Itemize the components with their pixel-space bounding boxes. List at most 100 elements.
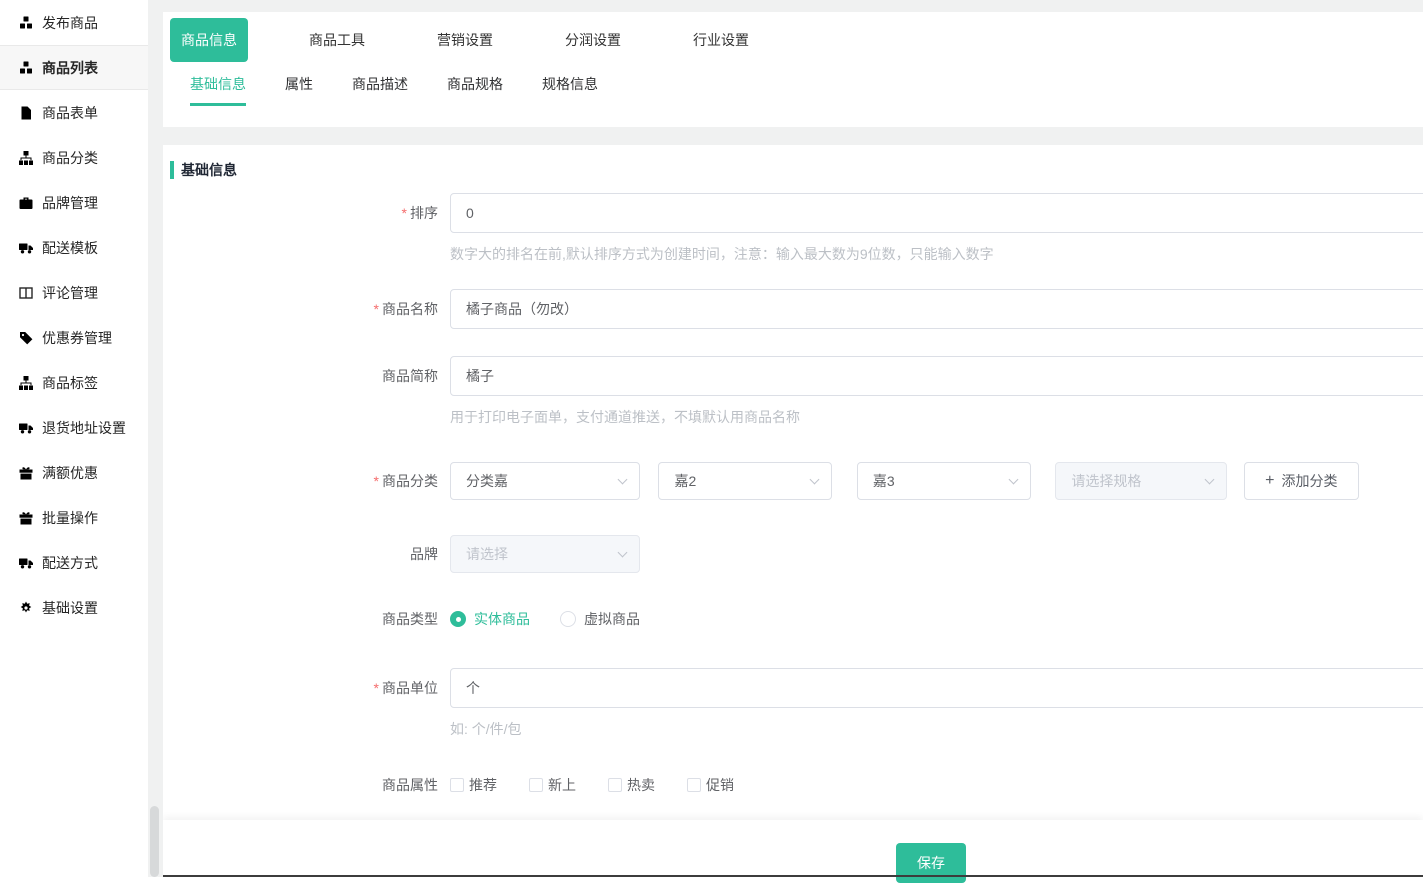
sidebar-item-delivery-method[interactable]: 配送方式: [0, 540, 148, 585]
sidebar-item-return-address-settings[interactable]: 退货地址设置: [0, 405, 148, 450]
checkbox-hot-sale[interactable]: 热卖: [608, 775, 655, 795]
sidebar-item-comment-management[interactable]: 评论管理: [0, 270, 148, 315]
sidebar-item-coupon-management[interactable]: 优惠券管理: [0, 315, 148, 360]
sidebar-item-label: 基础设置: [42, 598, 98, 618]
truck-icon: [19, 421, 33, 435]
chevron-down-icon: [1008, 475, 1018, 485]
tab-profit-settings[interactable]: 分润设置: [529, 18, 657, 62]
sidebar-item-label: 评论管理: [42, 283, 98, 303]
sidebar-item-label: 批量操作: [42, 508, 98, 528]
product-type-row: 商品类型 实体商品 虚拟商品: [163, 609, 1423, 629]
sort-row: *排序 数字大的排名在前,默认排序方式为创建时间，注意：输入最大数为9位数，只能…: [163, 193, 1423, 264]
category-level1-select[interactable]: 分类嘉: [450, 462, 640, 500]
product-unit-input[interactable]: [450, 668, 1423, 708]
product-short-name-input[interactable]: [450, 356, 1423, 396]
chevron-down-icon: [1205, 475, 1215, 485]
required-mark: *: [374, 680, 379, 696]
product-attributes-label: 商品属性: [163, 775, 450, 795]
required-mark: *: [374, 301, 379, 317]
product-unit-row: *商品单位 如: 个/件/包: [163, 668, 1423, 739]
section-title: 基础信息: [181, 160, 237, 180]
tab-product-tools[interactable]: 商品工具: [273, 18, 401, 62]
sidebar-item-brand-management[interactable]: 品牌管理: [0, 180, 148, 225]
product-short-name-hint: 用于打印电子面单，支付通道推送，不填默认用商品名称: [450, 407, 1423, 427]
sitemap-icon: [19, 376, 33, 390]
checkbox-unchecked-icon: [608, 778, 622, 792]
sidebar-item-publish-product[interactable]: 发布商品: [0, 0, 148, 45]
category-spec-placeholder: 请选择规格: [1071, 471, 1141, 491]
basic-info-form-panel: 基础信息 *排序 数字大的排名在前,默认排序方式为创建时间，注意：输入最大数为9…: [163, 145, 1423, 820]
checkbox-promotion[interactable]: 促销: [687, 775, 734, 795]
main-tabs: 商品信息 商品工具 营销设置 分润设置 行业设置: [163, 12, 1423, 62]
sort-label: *排序: [163, 193, 450, 264]
required-mark: *: [374, 473, 379, 489]
truck-icon: [19, 241, 33, 255]
sidebar-scrollbar-track: [148, 0, 163, 877]
chevron-down-icon: [618, 548, 628, 558]
sort-hint: 数字大的排名在前,默认排序方式为创建时间，注意：输入最大数为9位数，只能输入数字: [450, 244, 1423, 264]
subtab-product-spec[interactable]: 商品规格: [447, 74, 503, 106]
product-edit-page: 发布商品 商品列表 商品表单 商品分类 品牌管理 配送模板 评论管理 优惠券管: [0, 0, 1423, 877]
sidebar-item-product-list[interactable]: 商品列表: [0, 45, 148, 90]
brand-select[interactable]: 请选择: [450, 535, 640, 573]
product-type-label: 商品类型: [163, 609, 450, 629]
plus-icon: +: [1265, 473, 1274, 489]
checkbox-recommended[interactable]: 推荐: [450, 775, 497, 795]
sidebar-item-label: 满额优惠: [42, 463, 98, 483]
sidebar-item-delivery-template[interactable]: 配送模板: [0, 225, 148, 270]
product-name-input[interactable]: [450, 289, 1423, 329]
sidebar-item-product-category[interactable]: 商品分类: [0, 135, 148, 180]
checkbox-new-arrival[interactable]: 新上: [529, 775, 576, 795]
category-spec-select[interactable]: 请选择规格: [1055, 462, 1227, 500]
radio-physical-product[interactable]: 实体商品: [450, 609, 530, 629]
sidebar-item-batch-operations[interactable]: 批量操作: [0, 495, 148, 540]
product-attributes-checkbox-group: 推荐 新上 热卖 促销: [450, 775, 1423, 795]
sidebar-item-full-amount-discount[interactable]: 满额优惠: [0, 450, 148, 495]
sidebar-item-label: 发布商品: [42, 13, 98, 33]
tab-marketing-settings[interactable]: 营销设置: [401, 18, 529, 62]
brand-row: 品牌 请选择: [163, 535, 1423, 573]
product-attributes-row: 商品属性 推荐 新上: [163, 775, 1423, 795]
radio-label: 虚拟商品: [584, 609, 640, 629]
sort-input[interactable]: [450, 193, 1423, 233]
gift-icon: [19, 466, 33, 480]
subtab-spec-info[interactable]: 规格信息: [542, 74, 598, 106]
category-level2-select[interactable]: 嘉2: [658, 462, 832, 500]
subtab-basic-info[interactable]: 基础信息: [190, 74, 246, 106]
required-mark: *: [402, 205, 407, 221]
subtab-product-description[interactable]: 商品描述: [352, 74, 408, 106]
checkbox-unchecked-icon: [687, 778, 701, 792]
basic-info-form: *排序 数字大的排名在前,默认排序方式为创建时间，注意：输入最大数为9位数，只能…: [163, 193, 1423, 795]
sitemap-icon: [19, 151, 33, 165]
tab-industry-settings[interactable]: 行业设置: [657, 18, 785, 62]
sidebar: 发布商品 商品列表 商品表单 商品分类 品牌管理 配送模板 评论管理 优惠券管: [0, 0, 148, 877]
checkbox-label: 热卖: [627, 775, 655, 795]
section-accent-bar: [170, 161, 174, 179]
subtab-attributes[interactable]: 属性: [285, 74, 313, 106]
form-footer: 保存: [163, 820, 1423, 875]
radio-virtual-product[interactable]: 虚拟商品: [560, 609, 640, 629]
checkbox-unchecked-icon: [529, 778, 543, 792]
sidebar-item-label: 商品表单: [42, 103, 98, 123]
chevron-down-icon: [618, 475, 628, 485]
category-level2-value: 嘉2: [674, 471, 696, 491]
add-category-button[interactable]: + 添加分类: [1244, 462, 1359, 500]
sidebar-item-label: 商品列表: [42, 58, 98, 78]
product-unit-label: *商品单位: [163, 668, 450, 739]
radio-label: 实体商品: [474, 609, 530, 629]
product-unit-hint: 如: 个/件/包: [450, 719, 1423, 739]
chevron-down-icon: [810, 475, 820, 485]
cubes-icon: [19, 16, 33, 30]
save-button[interactable]: 保存: [896, 843, 966, 883]
sidebar-item-product-form[interactable]: 商品表单: [0, 90, 148, 135]
category-level3-select[interactable]: 嘉3: [857, 462, 1031, 500]
checkbox-label: 新上: [548, 775, 576, 795]
product-short-name-row: 商品简称 用于打印电子面单，支付通道推送，不填默认用商品名称: [163, 356, 1423, 427]
radio-checked-icon: [450, 611, 466, 627]
checkbox-label: 推荐: [469, 775, 497, 795]
sidebar-item-product-tags[interactable]: 商品标签: [0, 360, 148, 405]
sidebar-item-label: 优惠券管理: [42, 328, 112, 348]
sidebar-item-basic-settings[interactable]: 基础设置: [0, 585, 148, 630]
tab-product-info[interactable]: 商品信息: [170, 18, 248, 62]
sidebar-scrollbar-thumb[interactable]: [150, 806, 159, 877]
